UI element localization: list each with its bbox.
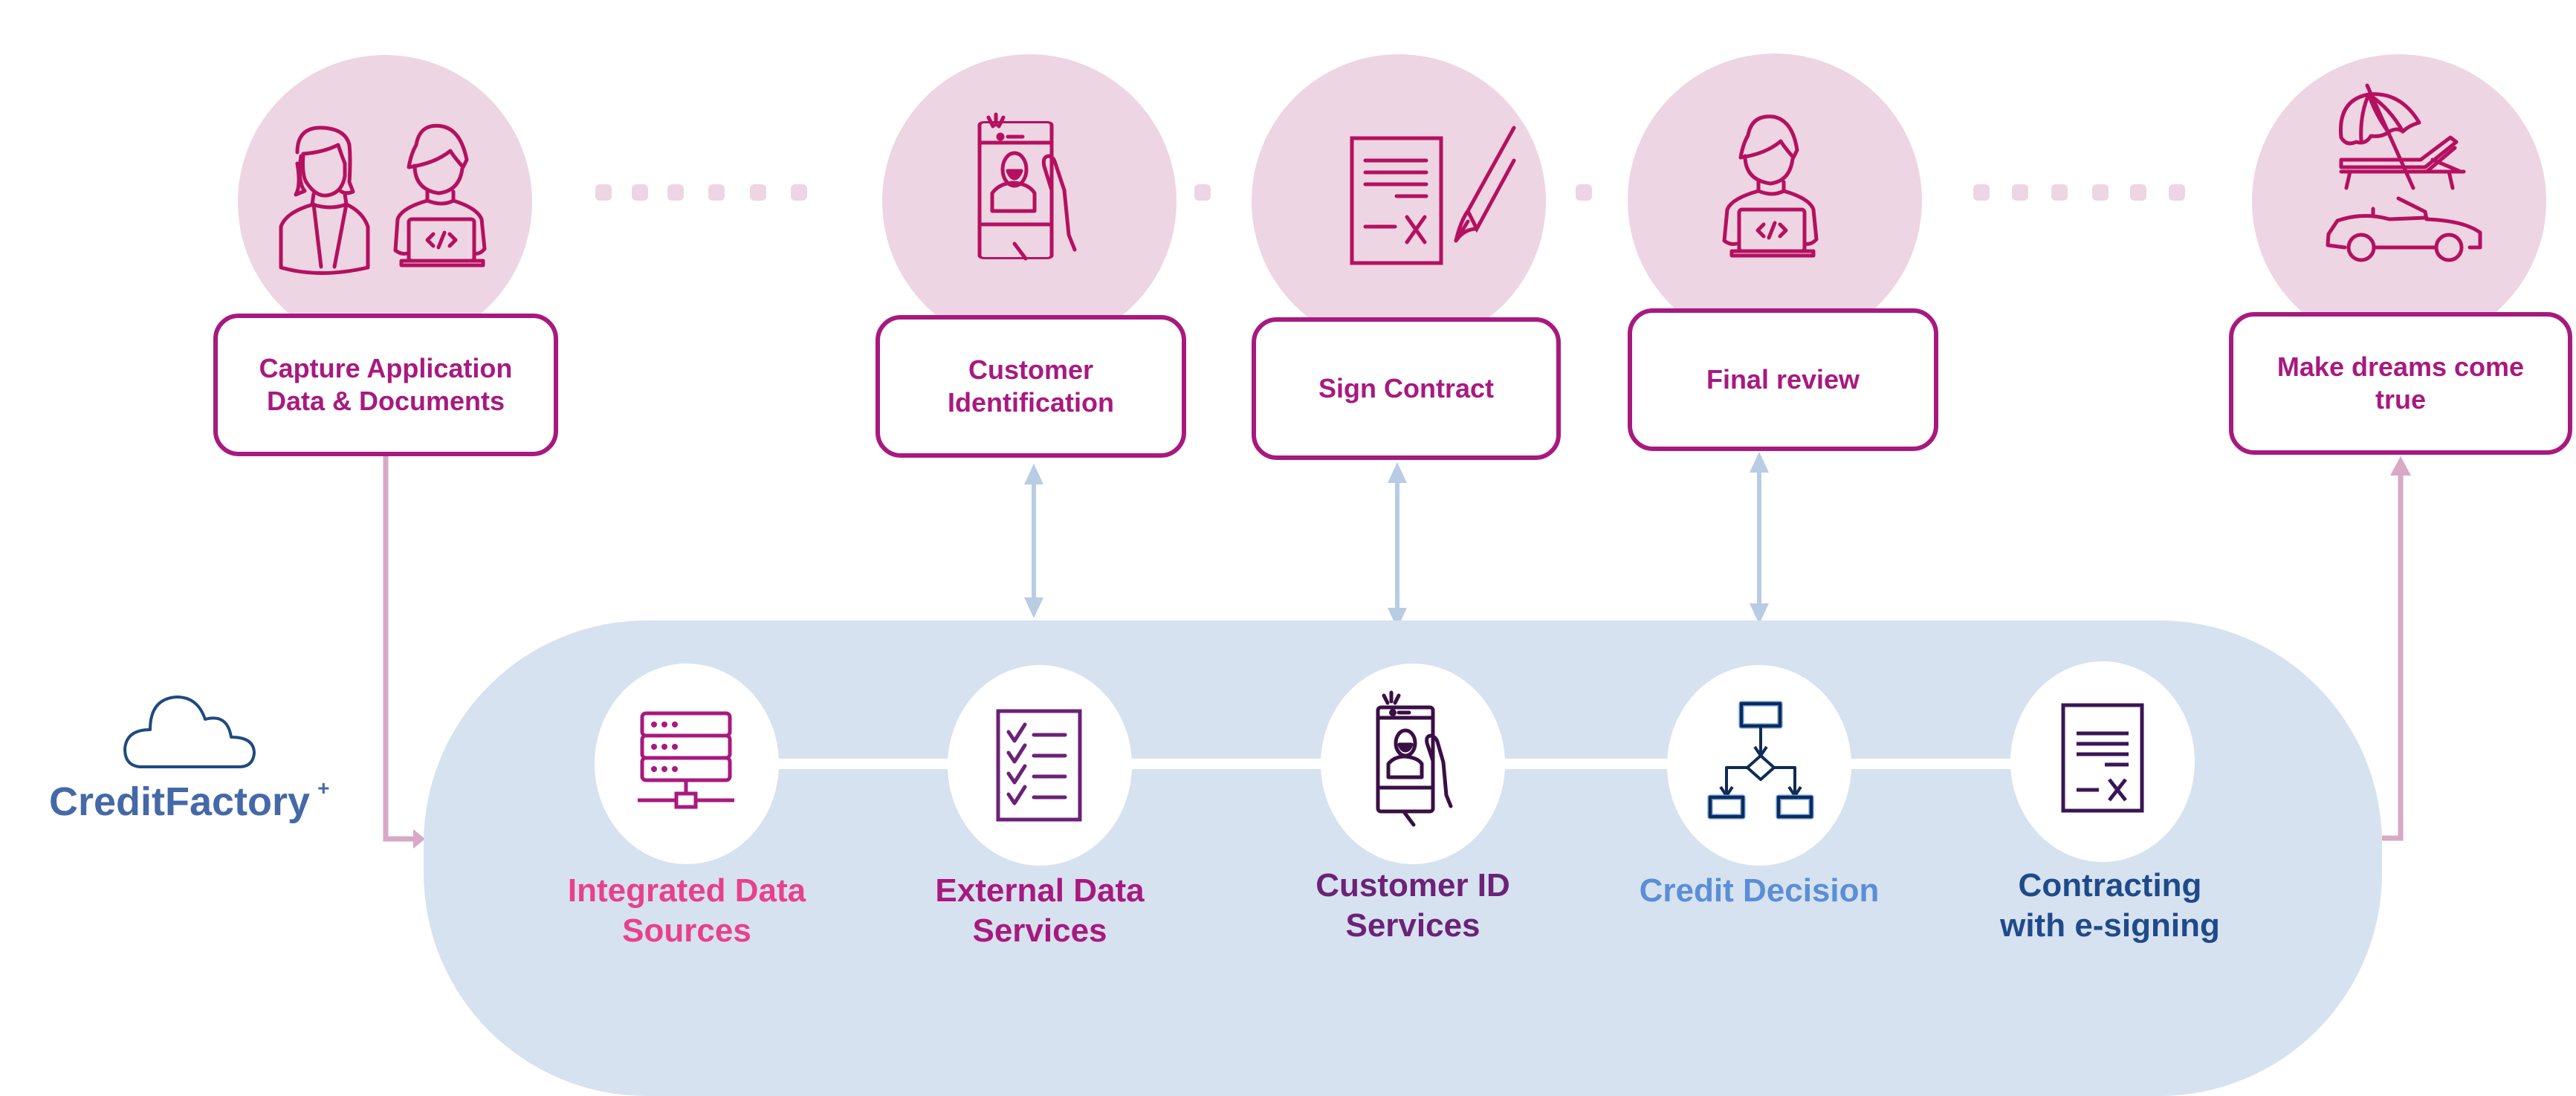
service-credit-decision: Credit Decision — [1603, 871, 1915, 911]
service-label-line1: Credit Decision — [1639, 872, 1880, 909]
service-label-line2: Sources — [622, 912, 751, 949]
phone-selfie-icon-service — [1376, 690, 1453, 827]
service-contracting-e-signing: Contracting with e-signing — [1954, 866, 2266, 946]
server-network-icon — [638, 711, 734, 809]
service-label-line1: Customer ID — [1315, 867, 1510, 904]
service-integrated-data-sources: Integrated Data Sources — [531, 871, 843, 951]
checklist-icon — [996, 709, 1082, 822]
service-label-line1: Integrated Data — [567, 872, 806, 909]
service-label-line2: with e-signing — [2000, 907, 2220, 944]
signed-document-icon — [2061, 703, 2144, 813]
flowchart-icon — [1707, 701, 1814, 820]
service-label-line1: External Data — [935, 872, 1145, 909]
service-label-line2: Services — [972, 912, 1107, 949]
service-external-data-services: External Data Services — [884, 871, 1196, 951]
service-customer-id-services: Customer ID Services — [1257, 866, 1569, 946]
service-label-line2: Services — [1345, 907, 1480, 944]
service-label-line1: Contracting — [2018, 867, 2202, 904]
